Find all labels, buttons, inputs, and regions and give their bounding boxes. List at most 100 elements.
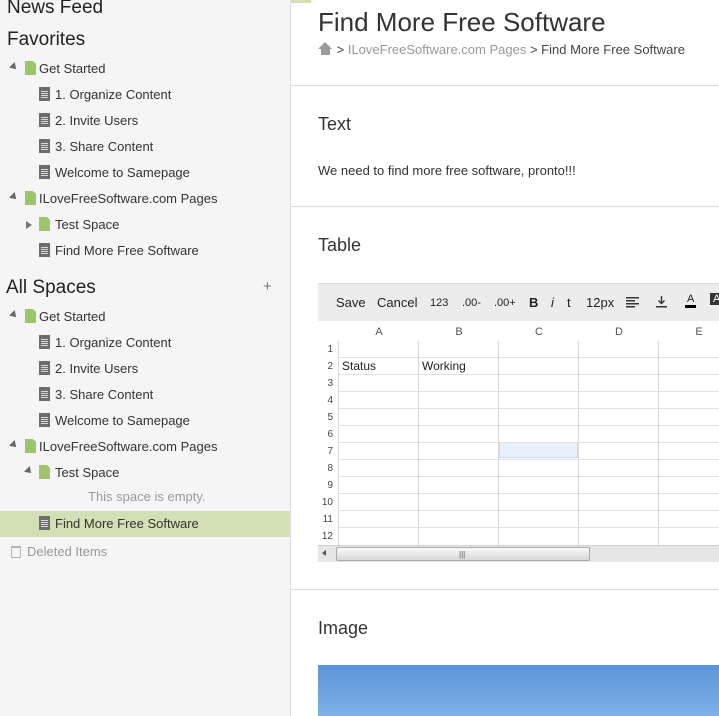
news-feed-link[interactable]: News Feed <box>7 0 103 19</box>
row-number[interactable]: 1 <box>318 344 333 355</box>
collapsed-arrow-icon[interactable] <box>26 221 32 229</box>
column-header[interactable]: C <box>499 326 579 338</box>
tree-item-label: ILoveFreeSoftware.com Pages <box>39 191 218 206</box>
grid-line <box>339 527 719 528</box>
spaces-item-organize-content[interactable]: 1. Organize Content <box>0 330 290 356</box>
all-spaces-heading: All Spaces <box>6 277 96 298</box>
cancel-button[interactable]: Cancel <box>377 295 417 310</box>
deleted-items-link[interactable]: Deleted Items <box>0 543 290 563</box>
decrease-decimal-button[interactable]: .00- <box>462 297 481 309</box>
favorites-item-get-started[interactable]: Get Started <box>0 56 290 82</box>
tree-item-label: 2. Invite Users <box>55 113 139 128</box>
bold-button[interactable]: B <box>529 295 538 310</box>
column-header[interactable]: D <box>579 326 659 338</box>
expand-arrow-icon[interactable] <box>24 466 34 476</box>
cell-a2[interactable]: Status <box>342 359 376 373</box>
spaces-item-test-space[interactable]: Test Space <box>0 460 290 486</box>
row-number[interactable]: 10 <box>318 497 333 508</box>
font-size-select[interactable]: 12px <box>586 295 614 310</box>
favorites-item-welcome[interactable]: Welcome to Samepage <box>0 160 290 186</box>
favorites-item-organize-content[interactable]: 1. Organize Content <box>0 82 290 108</box>
spaces-item-ilovefreesoftware[interactable]: ILoveFreeSoftware.com Pages <box>0 434 290 460</box>
space-icon <box>39 465 50 479</box>
tree-item-label: ILoveFreeSoftware.com Pages <box>39 439 218 454</box>
row-number[interactable]: 9 <box>318 480 333 491</box>
scrollbar-thumb[interactable]: ||| <box>336 547 590 561</box>
spreadsheet-grid[interactable]: A B C D E 1 2 3 4 5 6 7 8 9 10 11 12 Sta… <box>318 321 719 545</box>
grid-line <box>418 341 419 545</box>
spaces-item-invite-users[interactable]: 2. Invite Users <box>0 356 290 382</box>
row-number[interactable]: 2 <box>318 361 333 372</box>
grid-line <box>339 493 719 494</box>
grid-line <box>339 357 719 358</box>
column-header[interactable]: A <box>339 326 419 338</box>
expand-arrow-icon[interactable] <box>9 310 19 320</box>
scroll-left-icon[interactable] <box>322 550 326 556</box>
align-bottom-icon[interactable] <box>656 296 667 311</box>
row-number[interactable]: 11 <box>318 514 333 525</box>
grid-line <box>339 459 719 460</box>
space-icon <box>25 191 36 205</box>
grid-line <box>338 341 339 545</box>
home-icon[interactable] <box>318 42 333 55</box>
empty-space-note: This space is empty. <box>88 489 206 504</box>
spaces-item-welcome[interactable]: Welcome to Samepage <box>0 408 290 434</box>
column-header[interactable]: B <box>419 326 499 338</box>
horizontal-scrollbar[interactable]: ||| <box>318 545 719 562</box>
sky-image[interactable] <box>318 665 719 716</box>
favorites-item-ilovefreesoftware[interactable]: ILoveFreeSoftware.com Pages <box>0 186 290 212</box>
document-icon <box>39 516 50 530</box>
grid-line <box>339 408 719 409</box>
tree-item-label: 1. Organize Content <box>55 335 172 350</box>
tree-item-label: Welcome to Samepage <box>55 165 190 180</box>
row-number[interactable]: 4 <box>318 395 333 406</box>
expand-arrow-icon[interactable] <box>9 440 19 450</box>
row-number[interactable]: 3 <box>318 378 333 389</box>
favorites-item-test-space[interactable]: Test Space <box>0 212 290 238</box>
favorites-item-find-more-free-software[interactable]: Find More Free Software <box>0 238 290 264</box>
favorites-item-invite-users[interactable]: 2. Invite Users <box>0 108 290 134</box>
breadcrumb-separator: > <box>529 42 538 57</box>
font-size-icon[interactable]: t <box>567 295 571 310</box>
column-header[interactable]: E <box>659 326 719 338</box>
add-space-icon[interactable]: + <box>263 278 272 295</box>
space-icon <box>25 439 36 453</box>
row-number[interactable]: 5 <box>318 412 333 423</box>
row-number[interactable]: 8 <box>318 463 333 474</box>
grid-line <box>658 341 659 545</box>
tree-item-label: Get Started <box>39 309 106 324</box>
space-icon <box>39 217 50 231</box>
spaces-item-get-started[interactable]: Get Started <box>0 304 290 330</box>
document-icon <box>39 413 50 427</box>
increase-decimal-button[interactable]: .00+ <box>494 297 516 309</box>
spaces-item-find-more-free-software[interactable]: Find More Free Software <box>0 511 290 537</box>
spreadsheet-toolbar: Save Cancel 123 .00- .00+ B i t 12px A A <box>318 283 719 321</box>
grid-line <box>339 425 719 426</box>
grid-line <box>339 374 719 375</box>
section-divider <box>291 589 719 590</box>
tree-item-label: 2. Invite Users <box>55 361 139 376</box>
row-number[interactable]: 12 <box>318 531 333 542</box>
row-number[interactable]: 6 <box>318 429 333 440</box>
expand-arrow-icon[interactable] <box>9 192 19 202</box>
breadcrumb-parent-link[interactable]: ILoveFreeSoftware.com Pages <box>348 42 526 57</box>
document-icon <box>39 165 50 179</box>
align-left-icon[interactable] <box>626 296 639 311</box>
number-format-button[interactable]: 123 <box>430 297 448 309</box>
cell-b2[interactable]: Working <box>422 359 466 373</box>
favorites-item-share-content[interactable]: 3. Share Content <box>0 134 290 160</box>
deleted-items-label: Deleted Items <box>27 544 108 559</box>
spaces-item-share-content[interactable]: 3. Share Content <box>0 382 290 408</box>
italic-button[interactable]: i <box>551 295 554 310</box>
fill-color-button[interactable]: A <box>710 293 719 305</box>
text-color-button[interactable]: A <box>685 293 697 308</box>
active-cell[interactable] <box>499 442 578 458</box>
text-section-body[interactable]: We need to find more free software, pron… <box>318 163 576 178</box>
page-title: Find More Free Software <box>318 7 606 37</box>
grid-line <box>578 341 579 545</box>
favorites-heading: Favorites <box>7 29 86 50</box>
document-icon <box>39 139 50 153</box>
save-button[interactable]: Save <box>336 295 366 310</box>
row-number[interactable]: 7 <box>318 446 333 457</box>
expand-arrow-icon[interactable] <box>9 62 19 72</box>
